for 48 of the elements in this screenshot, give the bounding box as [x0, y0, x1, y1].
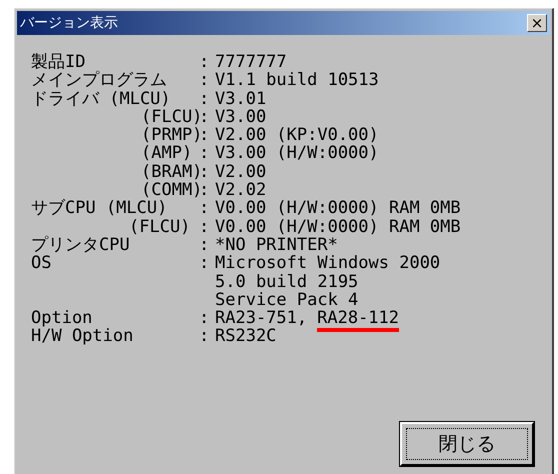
colon-separator: : [199, 199, 210, 218]
info-value: V3.00 [215, 108, 266, 126]
info-label: (COMM) [141, 181, 199, 200]
info-value: RA23-751, [215, 309, 308, 328]
info-value: V2.00 [215, 162, 266, 182]
colon-separator: : [199, 236, 210, 254]
info-value: V3.00 (H/W:0000) [215, 144, 379, 163]
info-value: V0.00 (H/W:0000) RAM 0MB [215, 199, 461, 218]
info-value: *NO PRINTER* [215, 236, 338, 254]
info-value: 7777777 [215, 53, 287, 72]
info-label: (AMP) [140, 144, 194, 163]
info-value: RS232C [215, 327, 276, 346]
colon-separator: : [199, 144, 210, 163]
info-value: Microsoft Windows 2000 [215, 254, 440, 273]
colon-separator: : [199, 126, 210, 144]
colon-separator: : [199, 53, 210, 72]
close-dialog-button[interactable]: 閉じる [400, 422, 534, 466]
info-value: V1.1 build 10513 [215, 71, 379, 90]
info-label: (BRAM) [140, 162, 199, 182]
window-title: バージョン表示 [20, 14, 118, 32]
info-value: RA28-112 [317, 308, 400, 328]
info-value: Service Pack 4 [215, 290, 358, 310]
info-label: サブCPU (MLCU) [31, 199, 168, 218]
colon-separator: : [199, 181, 210, 200]
info-value: V2.02 [215, 181, 266, 200]
info-label: (FLCU) [140, 108, 199, 126]
colon-separator: : [199, 90, 210, 108]
info-label: OS [31, 254, 52, 273]
info-value: V2.00 (KP:V0.00) [215, 126, 379, 144]
info-label: ドライバ (MLCU) [31, 90, 172, 108]
info-label: Option [31, 309, 92, 328]
colon-separator: : [199, 254, 210, 273]
close-button[interactable]: × [527, 14, 547, 32]
info-label: プリンタCPU [31, 236, 131, 254]
info-label: (PRMP) [140, 126, 199, 144]
info-label: H/W Option [31, 327, 134, 346]
info-value: V3.01 [215, 90, 266, 108]
info-label: メインプログラム [31, 71, 168, 90]
info-value: V0.00 (H/W:0000) RAM 0MB [215, 218, 461, 236]
colon-separator: : [199, 309, 210, 328]
info-value: 5.0 build 2195 [215, 272, 358, 291]
colon-separator: : [199, 162, 210, 182]
colon-separator: : [199, 108, 210, 126]
colon-separator: : [199, 218, 210, 236]
info-label: 製品ID [31, 53, 86, 72]
info-label: (FLCU) [128, 218, 192, 236]
colon-separator: : [199, 327, 210, 346]
colon-separator: : [199, 71, 210, 90]
